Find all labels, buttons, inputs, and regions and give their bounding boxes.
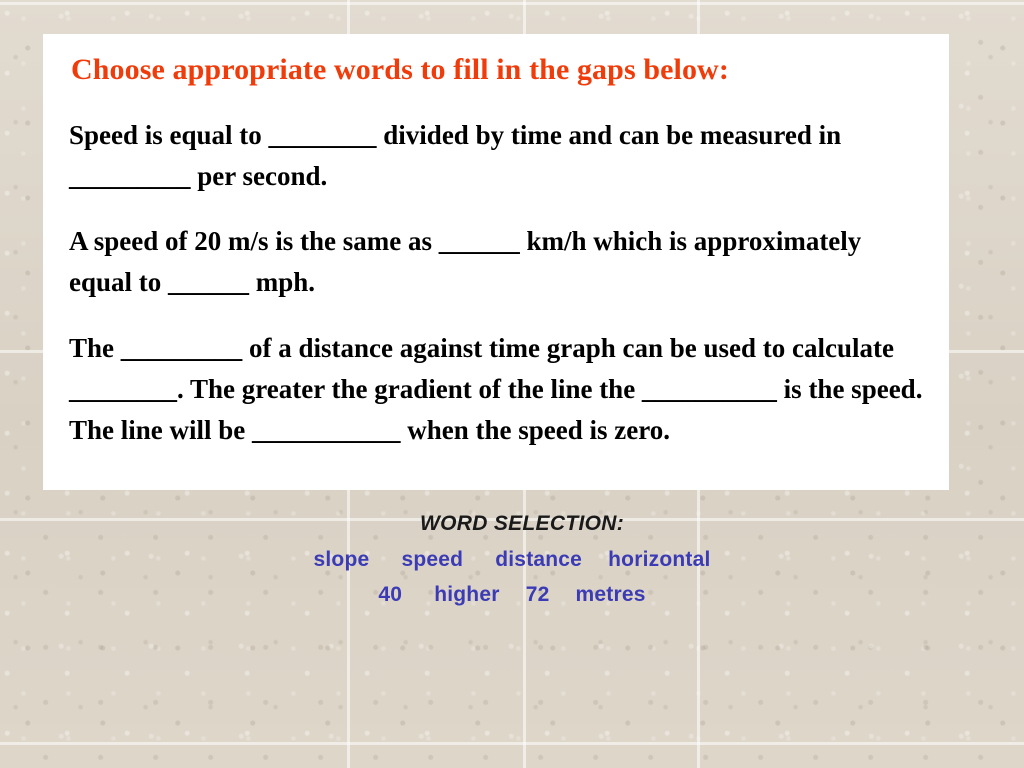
word-selection-row-1: slope speed distance horizontal xyxy=(0,548,1024,572)
word-option-distance[interactable]: distance xyxy=(495,548,582,572)
grout-line-horizontal xyxy=(0,742,1024,745)
page-title: Choose appropriate words to fill in the … xyxy=(71,53,729,86)
word-option-speed[interactable]: speed xyxy=(401,548,463,572)
paragraph-3: The _________ of a distance against time… xyxy=(69,332,923,445)
word-option-horizontal[interactable]: horizontal xyxy=(608,548,710,572)
word-option-72[interactable]: 72 xyxy=(526,583,550,607)
word-selection-block: WORD SELECTION: slope speed distance hor… xyxy=(0,512,1024,607)
grout-line-horizontal xyxy=(0,2,1024,5)
word-option-metres[interactable]: metres xyxy=(576,583,646,607)
word-option-40[interactable]: 40 xyxy=(378,583,402,607)
word-option-slope[interactable]: slope xyxy=(314,548,370,572)
word-option-higher[interactable]: higher xyxy=(434,583,499,607)
paragraph-1: Speed is equal to ________ divided by ti… xyxy=(69,120,842,192)
content-card: Choose appropriate words to fill in the … xyxy=(43,34,949,490)
paragraph-2: A speed of 20 m/s is the same as ______ … xyxy=(69,226,862,298)
word-selection-heading: WORD SELECTION: xyxy=(420,512,624,535)
word-selection-row-2: 40 higher 72 metres xyxy=(0,583,1024,607)
